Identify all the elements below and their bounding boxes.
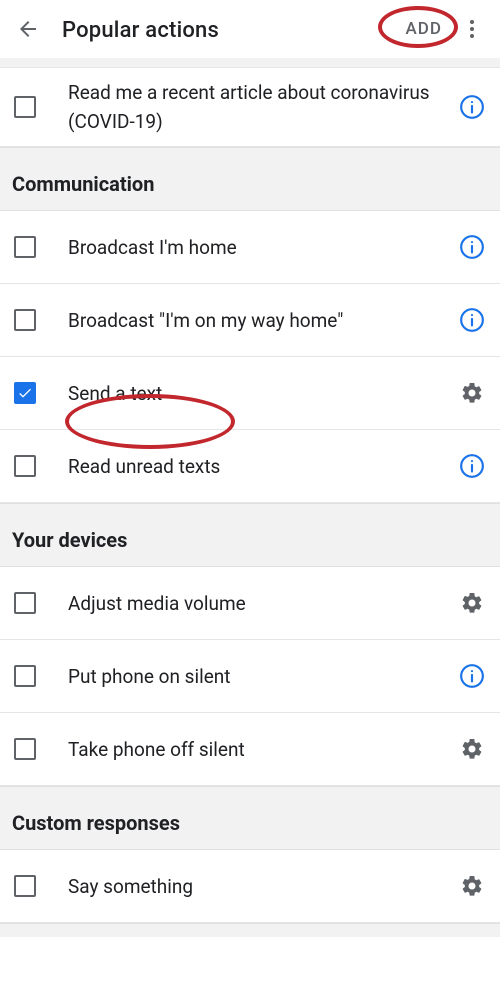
checkbox[interactable] [14, 875, 36, 897]
info-button[interactable] [448, 442, 496, 490]
checkbox[interactable] [14, 236, 36, 258]
settings-button[interactable] [448, 579, 496, 627]
more-button[interactable] [452, 9, 492, 49]
settings-button[interactable] [448, 725, 496, 773]
checkbox[interactable] [14, 592, 36, 614]
back-arrow-icon [16, 17, 40, 41]
gear-icon [460, 591, 484, 615]
checkbox[interactable] [14, 738, 36, 760]
checkbox[interactable] [14, 96, 36, 118]
gear-icon [460, 381, 484, 405]
checkbox[interactable] [14, 455, 36, 477]
info-button[interactable] [448, 296, 496, 344]
bottom-gap [0, 923, 500, 937]
list-item[interactable]: Broadcast "I'm on my way home" [0, 284, 500, 357]
info-button[interactable] [448, 83, 496, 131]
settings-button[interactable] [448, 369, 496, 417]
item-label: Say something [50, 872, 448, 901]
info-icon [459, 94, 485, 120]
item-label: Read unread texts [50, 452, 448, 481]
item-label: Take phone off silent [50, 735, 448, 764]
list-item[interactable]: Send a text [0, 357, 500, 430]
info-icon [459, 307, 485, 333]
checkbox[interactable] [14, 309, 36, 331]
section-custom: Custom responses [0, 786, 500, 850]
list-item[interactable]: Adjust media volume [0, 567, 500, 640]
item-label: Put phone on silent [50, 662, 448, 691]
info-icon [459, 453, 485, 479]
info-icon [459, 234, 485, 260]
item-label: Send a text [50, 379, 448, 408]
item-label: Broadcast "I'm on my way home" [50, 306, 448, 335]
checkbox[interactable] [14, 382, 36, 404]
top-gap [0, 58, 500, 68]
add-button[interactable]: ADD [396, 19, 452, 39]
list-item[interactable]: Say something [0, 850, 500, 923]
item-label: Read me a recent article about coronavir… [50, 78, 448, 136]
item-label: Adjust media volume [50, 589, 448, 618]
app-header: Popular actions ADD [0, 0, 500, 58]
item-label: Broadcast I'm home [50, 233, 448, 262]
section-devices: Your devices [0, 503, 500, 567]
settings-button[interactable] [448, 862, 496, 910]
gear-icon [460, 737, 484, 761]
list-item[interactable]: Read me a recent article about coronavir… [0, 68, 500, 147]
checkbox[interactable] [14, 665, 36, 687]
page-title: Popular actions [62, 18, 396, 43]
more-vert-icon [460, 17, 484, 41]
list-item[interactable]: Read unread texts [0, 430, 500, 503]
info-button[interactable] [448, 652, 496, 700]
info-icon [459, 663, 485, 689]
back-button[interactable] [8, 9, 48, 49]
list-item[interactable]: Take phone off silent [0, 713, 500, 786]
section-communication: Communication [0, 147, 500, 211]
gear-icon [460, 874, 484, 898]
list-item[interactable]: Broadcast I'm home [0, 211, 500, 284]
list-item[interactable]: Put phone on silent [0, 640, 500, 713]
info-button[interactable] [448, 223, 496, 271]
